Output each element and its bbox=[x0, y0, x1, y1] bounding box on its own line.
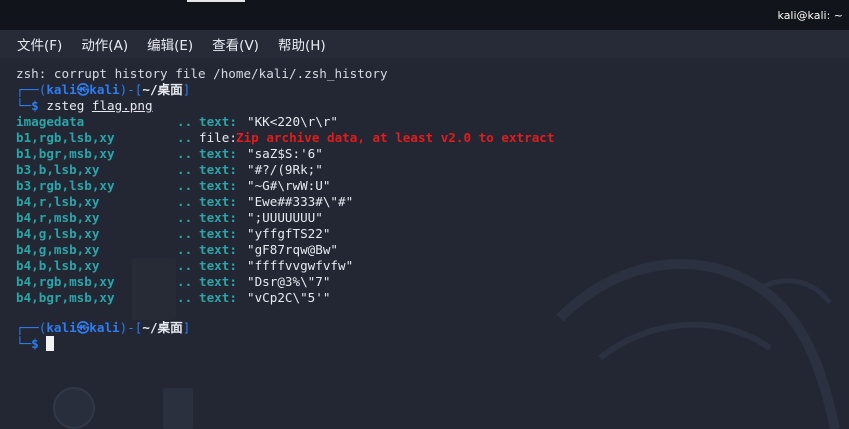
result-value: ";UUUUUUU" bbox=[247, 210, 323, 225]
result-value: "gF87rqw@Bw" bbox=[247, 242, 338, 257]
result-label: b4,g,msb,xy bbox=[16, 242, 100, 257]
result-label: b1,bgr,msb,xy bbox=[16, 146, 115, 161]
prompt-user: kali bbox=[46, 82, 77, 97]
result-row: b4,g,msb,xy.. text: "gF87rqw@Bw" bbox=[16, 242, 836, 258]
window-titlebar: kali@kali: ~ bbox=[0, 0, 849, 30]
menu-help[interactable]: 帮助(H) bbox=[278, 34, 326, 54]
result-separator: .. bbox=[177, 194, 193, 209]
result-label: b3,b,lsb,xy bbox=[16, 162, 100, 177]
result-row: b4,g,lsb,xy.. text: "yffgfTS22" bbox=[16, 226, 836, 242]
result-kind: text: bbox=[199, 226, 237, 241]
result-separator: .. bbox=[177, 274, 193, 289]
result-separator: .. bbox=[177, 114, 193, 129]
result-label: b3,rgb,lsb,xy bbox=[16, 178, 115, 193]
result-row: b3,b,lsb,xy.. text: "#?/(9Rk;" bbox=[16, 162, 836, 178]
result-row: b1,bgr,msb,xy.. text: "saZ$S:'6" bbox=[16, 146, 836, 162]
prompt-symbol: $ bbox=[31, 98, 39, 113]
command-name: zsteg bbox=[46, 98, 85, 113]
menu-edit[interactable]: 编辑(E) bbox=[147, 34, 193, 54]
prompt-line-2: ┌──(kali㉿kali)-[~/桌面] bbox=[16, 320, 190, 336]
result-value: "Ewe##333#\"#" bbox=[247, 194, 354, 209]
prompt-line-1: ┌──(kali㉿kali)-[~/桌面] bbox=[16, 82, 190, 98]
result-kind: text: bbox=[199, 162, 237, 177]
command-line-1: └─$ zsteg flag.png bbox=[16, 98, 153, 114]
result-label: b4,r,msb,xy bbox=[16, 210, 100, 225]
result-row: b3,rgb,lsb,xy.. text: "~G#\rwW:U" bbox=[16, 178, 836, 194]
result-value: "ffffvvgwfvfw" bbox=[247, 258, 354, 273]
command-argument: flag.png bbox=[91, 98, 153, 113]
prompt-host: kali bbox=[89, 320, 120, 335]
prompt-user: kali bbox=[46, 320, 77, 335]
result-label: imagedata bbox=[16, 114, 85, 129]
result-label: b4,b,lsb,xy bbox=[16, 258, 100, 273]
prompt-close: ] bbox=[182, 82, 191, 97]
result-row: imagedata.. text: "KK<220\r\r" bbox=[16, 114, 836, 130]
result-value: Zip archive data, at least v2.0 to extra… bbox=[236, 130, 555, 145]
result-separator: .. bbox=[177, 146, 193, 161]
result-separator: .. bbox=[177, 226, 193, 241]
prompt-mid: )-[ bbox=[119, 320, 143, 335]
prompt-open: ┌──( bbox=[16, 320, 47, 335]
prompt-mid: )-[ bbox=[119, 82, 143, 97]
window-title: kali@kali: ~ bbox=[777, 9, 843, 22]
menu-view[interactable]: 查看(V) bbox=[212, 34, 259, 54]
result-label: b4,rgb,msb,xy bbox=[16, 274, 115, 289]
prompt-arrow: └─ bbox=[16, 336, 32, 351]
result-label: b4,r,lsb,xy bbox=[16, 194, 100, 209]
result-label: b4,bgr,msb,xy bbox=[16, 290, 115, 305]
result-separator: .. bbox=[177, 210, 193, 225]
prompt-host: kali bbox=[89, 82, 120, 97]
prompt-arrow: └─ bbox=[16, 98, 32, 113]
prompt-close: ] bbox=[182, 320, 191, 335]
prompt-at-icon: ㉿ bbox=[76, 320, 90, 335]
result-row: b4,bgr,msb,xy.. text: "vCp2C\"5'" bbox=[16, 290, 836, 306]
result-label: b4,g,lsb,xy bbox=[16, 226, 100, 241]
menu-file[interactable]: 文件(F) bbox=[17, 34, 62, 54]
result-kind: text: bbox=[199, 242, 237, 257]
result-kind: text: bbox=[199, 194, 237, 209]
result-kind: text: bbox=[199, 258, 237, 273]
result-row: b4,r,msb,xy.. text: ";UUUUUUU" bbox=[16, 210, 836, 226]
prompt-path: ~/桌面 bbox=[142, 320, 183, 335]
history-error-line: zsh: corrupt history file /home/kali/.zs… bbox=[16, 66, 388, 81]
result-separator: .. bbox=[177, 242, 193, 257]
prompt-at-icon: ㉿ bbox=[76, 82, 90, 97]
result-separator: .. bbox=[177, 258, 193, 273]
result-row: b4,b,lsb,xy.. text: "ffffvvgwfvfw" bbox=[16, 258, 836, 274]
menu-bar: 文件(F) 动作(A) 编辑(E) 查看(V) 帮助(H) bbox=[0, 30, 849, 58]
result-separator: .. bbox=[177, 178, 193, 193]
prompt-open: ┌──( bbox=[16, 82, 47, 97]
terminal-output[interactable]: zsh: corrupt history file /home/kali/.zs… bbox=[0, 58, 849, 429]
text-cursor bbox=[46, 336, 55, 351]
result-kind: text: bbox=[199, 274, 237, 289]
result-separator: .. bbox=[177, 162, 193, 177]
result-kind: file: bbox=[199, 130, 237, 145]
menu-action[interactable]: 动作(A) bbox=[81, 34, 128, 54]
result-value: "vCp2C\"5'" bbox=[247, 290, 331, 305]
result-value: "saZ$S:'6" bbox=[247, 146, 323, 161]
result-value: "Dsr@3%\"7" bbox=[247, 274, 331, 289]
result-separator: .. bbox=[177, 130, 193, 145]
result-value: "yffgfTS22" bbox=[247, 226, 331, 241]
result-row: b1,rgb,lsb,xy.. file: Zip archive data, at… bbox=[16, 130, 836, 146]
result-kind: text: bbox=[199, 114, 237, 129]
result-kind: text: bbox=[199, 146, 237, 161]
result-label: b1,rgb,lsb,xy bbox=[16, 130, 115, 145]
result-kind: text: bbox=[199, 178, 237, 193]
result-row: b4,r,lsb,xy.. text: "Ewe##333#\"#" bbox=[16, 194, 836, 210]
result-row: b4,rgb,msb,xy.. text: "Dsr@3%\"7" bbox=[16, 274, 836, 290]
prompt-symbol: $ bbox=[31, 336, 39, 351]
result-separator: .. bbox=[177, 290, 193, 305]
active-tab-indicator bbox=[187, 0, 245, 2]
command-line-2[interactable]: └─$ bbox=[16, 336, 55, 352]
result-value: "#?/(9Rk;" bbox=[247, 162, 323, 177]
result-value: "KK<220\r\r" bbox=[247, 114, 338, 129]
result-kind: text: bbox=[199, 210, 237, 225]
result-kind: text: bbox=[199, 290, 237, 305]
prompt-path: ~/桌面 bbox=[142, 82, 183, 97]
result-value: "~G#\rwW:U" bbox=[247, 178, 331, 193]
